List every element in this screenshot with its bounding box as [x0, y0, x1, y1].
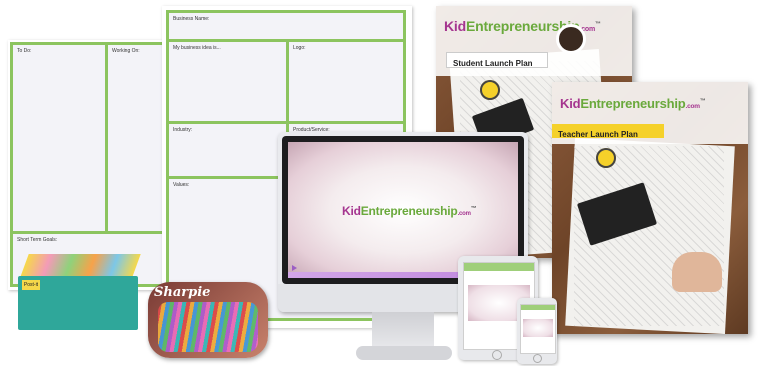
sticky-notes-box: Post-it — [18, 254, 144, 332]
working-on-box: Working On: — [105, 42, 168, 234]
logo-kid: Kid — [444, 18, 466, 34]
industry-box: Industry: — [166, 121, 289, 179]
industry-label: Industry: — [173, 127, 193, 133]
business-idea-box: My business idea is... — [166, 39, 289, 124]
monitor-stand-base — [356, 346, 452, 360]
business-name-box: Business Name: — [166, 10, 406, 42]
lightbulb-icon — [596, 148, 616, 168]
student-title: Student Launch Plan — [453, 59, 533, 68]
teacher-logo: KidEntrepreneurship.com™ — [560, 96, 706, 111]
phone-device — [517, 298, 557, 364]
logo-kid: Kid — [342, 204, 361, 218]
logo-tm: ™ — [470, 206, 477, 212]
post-it-badge: Post-it — [22, 280, 40, 290]
markers-fan — [158, 302, 258, 352]
logo-entrepreneurship: Entrepreneurship — [360, 204, 458, 218]
lightbulb-icon — [480, 80, 500, 100]
logo-dotcom: .com — [457, 211, 471, 217]
logo-tm: ™ — [595, 21, 601, 28]
logo-kid: Kid — [560, 96, 581, 111]
logo-entrepreneurship: Entrepreneurship — [580, 96, 686, 111]
student-title-banner: Student Launch Plan — [446, 52, 548, 68]
tablet-home-button[interactable] — [492, 350, 502, 360]
to-do-label: To Do: — [17, 48, 32, 54]
working-on-label: Working On: — [112, 48, 140, 54]
logo-box: Logo: — [286, 39, 406, 124]
short-term-goals-label: Short Term Goals: — [17, 237, 58, 243]
to-do-box: To Do: — [10, 42, 108, 234]
business-idea-label: My business idea is... — [173, 45, 221, 51]
sharpie-markers-tin: Sharpie — [148, 282, 268, 358]
teacher-launch-plan-book: KidEntrepreneurship.com™ Teacher Launch … — [552, 82, 748, 334]
phone-video-thumb — [523, 319, 553, 337]
phone-header-bar — [521, 305, 555, 310]
planning-sheet-left: To Do: Working On: Short Term Goals: — [8, 40, 168, 290]
play-icon[interactable] — [292, 265, 297, 271]
teacher-title-banner: Teacher Launch Plan — [552, 124, 664, 139]
monitor-stand-neck — [372, 312, 434, 348]
business-name-label: Business Name: — [173, 16, 210, 22]
values-label: Values: — [173, 182, 190, 188]
logo-dotcom: .com — [685, 103, 701, 110]
phone-home-button[interactable] — [533, 354, 542, 363]
hand-icon — [672, 252, 722, 292]
logo-tm: ™ — [699, 98, 706, 105]
logo-label: Logo: — [293, 45, 306, 51]
phone-screen — [520, 304, 556, 354]
coffee-cup-icon — [556, 24, 586, 54]
tablet-header-bar — [464, 263, 534, 271]
teacher-title: Teacher Launch Plan — [558, 130, 638, 139]
screen-logo: KidEntrepreneurship.com™ — [342, 204, 477, 218]
sharpie-logo: Sharpie — [154, 285, 211, 300]
